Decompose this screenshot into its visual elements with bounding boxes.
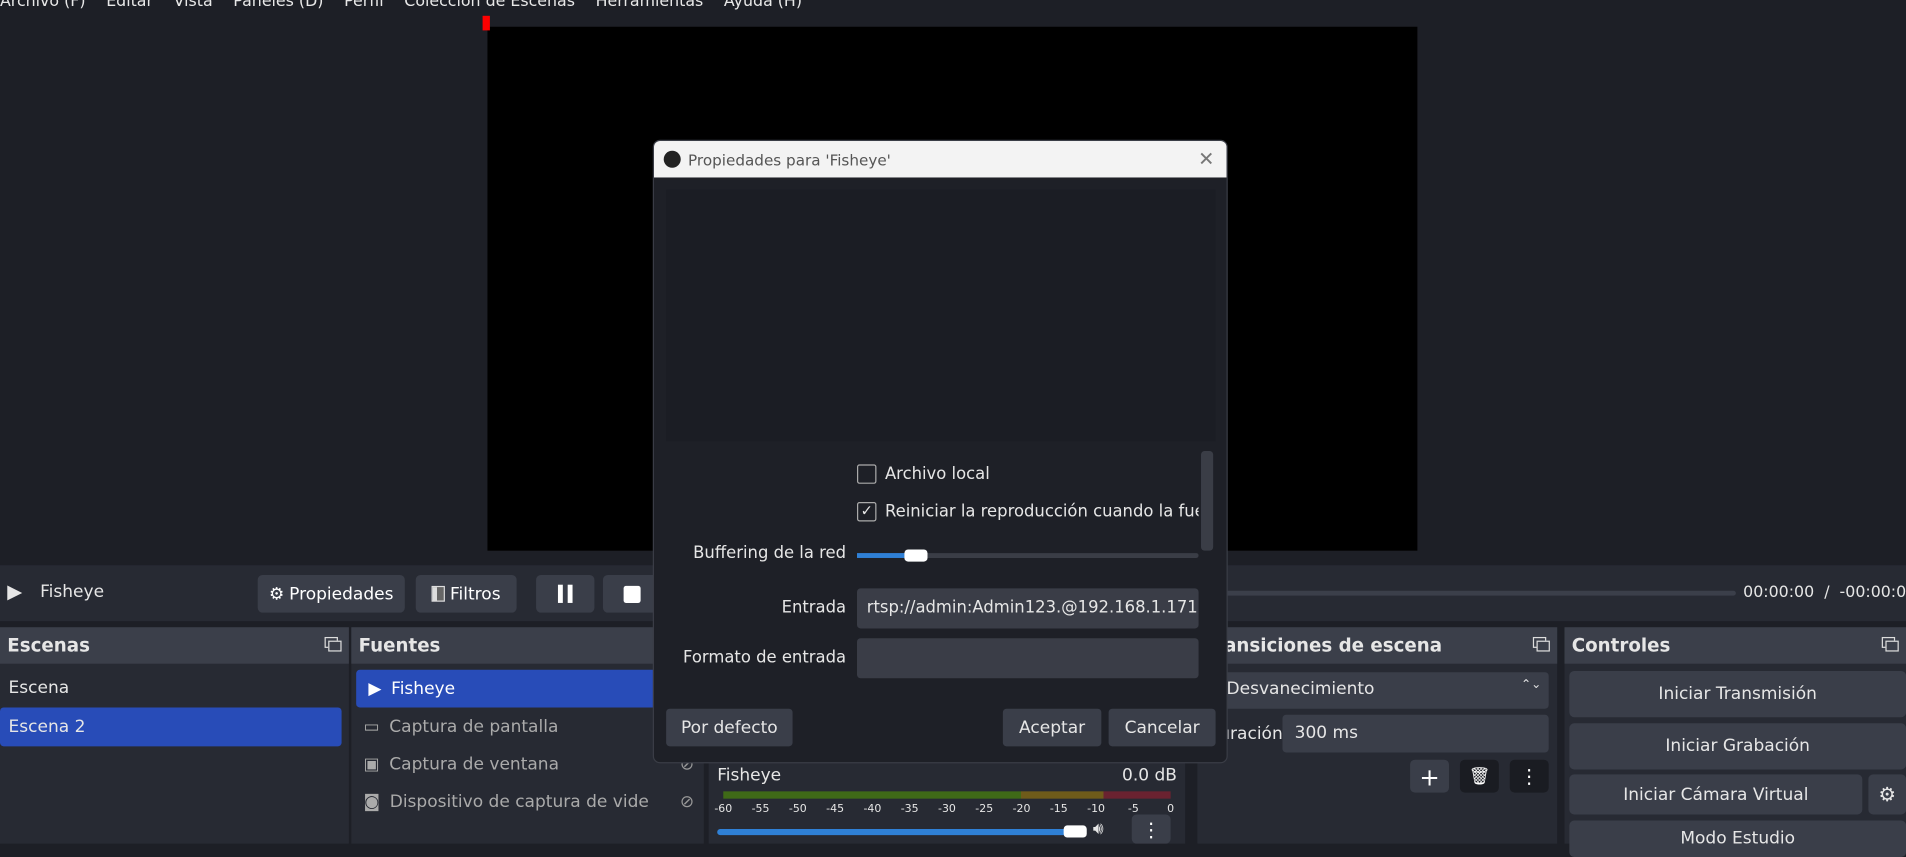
resize-handle-marker[interactable] bbox=[482, 15, 490, 31]
add-transition-button[interactable]: + bbox=[1410, 759, 1449, 793]
volume-slider[interactable] bbox=[717, 829, 1086, 836]
menu-vista[interactable]: Vista bbox=[174, 0, 213, 15]
current-source-name: Fisheye bbox=[40, 582, 105, 602]
pause-button[interactable] bbox=[536, 574, 595, 613]
meter-tick-label: 0 bbox=[1167, 803, 1175, 816]
transition-menu-button[interactable]: ⋮ bbox=[1509, 759, 1549, 793]
menu-bar: Archivo (F) Editar Vista Paneles (D) Per… bbox=[0, 0, 802, 15]
controls-title: Controles bbox=[1571, 634, 1671, 657]
buffering-label: Buffering de la red bbox=[693, 543, 847, 563]
format-label: Formato de entrada bbox=[683, 647, 847, 668]
chevron-updown-icon: ⌃⌄ bbox=[1521, 678, 1542, 692]
transitions-title: Transiciones de escena bbox=[1204, 634, 1443, 657]
local-file-checkbox[interactable] bbox=[856, 464, 877, 484]
trash-icon: 🗑︎ bbox=[1468, 766, 1491, 786]
undock-icon[interactable] bbox=[1881, 636, 1899, 652]
start-virtual-camera-button[interactable]: Iniciar Cámara Virtual bbox=[1569, 774, 1863, 815]
scenes-title: Escenas bbox=[7, 634, 90, 657]
restart-label: Reiniciar la reproducción cuando la fuen… bbox=[884, 502, 1199, 522]
source-item-fisheye[interactable]: ▶Fisheye◉ bbox=[356, 669, 699, 708]
menu-herramientas[interactable]: Herramientas bbox=[596, 0, 704, 15]
start-streaming-button[interactable]: Iniciar Transmisión bbox=[1569, 671, 1906, 718]
meter-tick-label: -20 bbox=[1012, 803, 1031, 816]
meter-tick-label: -45 bbox=[826, 803, 845, 816]
gear-icon: ⚙ bbox=[268, 584, 285, 604]
meter-tick-label: -50 bbox=[788, 803, 807, 816]
meter-tick-label: -15 bbox=[1049, 803, 1068, 816]
meter-tick-label: -25 bbox=[975, 803, 994, 816]
mixer-level: 0.0 dB bbox=[1121, 765, 1177, 786]
play-icon[interactable]: ▶ bbox=[7, 580, 22, 603]
menu-editar[interactable]: Editar bbox=[106, 0, 153, 15]
properties-dialog: Propiedades para 'Fisheye' ✕ Archivo loc… bbox=[652, 139, 1228, 764]
monitor-icon: ▭ bbox=[363, 716, 380, 737]
dialog-titlebar: Propiedades para 'Fisheye' ✕ bbox=[653, 141, 1227, 178]
source-item[interactable]: ▭Captura de pantalla⊘ bbox=[351, 707, 704, 745]
mixer-source-name: Fisheye bbox=[717, 765, 782, 786]
local-file-label: Archivo local bbox=[884, 464, 990, 484]
scrollbar[interactable] bbox=[1201, 450, 1214, 551]
dialog-title: Propiedades para 'Fisheye' bbox=[688, 150, 891, 169]
input-url-field[interactable]: rtsp://admin:Admin123.@192.168.1.171:555 bbox=[856, 588, 1199, 629]
filter-icon bbox=[431, 585, 446, 602]
properties-button[interactable]: ⚙ Propiedades bbox=[257, 574, 405, 613]
sources-title: Fuentes bbox=[358, 634, 441, 657]
cancel-button[interactable]: Cancelar bbox=[1108, 708, 1216, 747]
delete-transition-button[interactable]: 🗑︎ bbox=[1459, 759, 1499, 793]
volume-slider-handle[interactable] bbox=[1063, 825, 1087, 838]
pause-icon bbox=[557, 584, 573, 603]
menu-archivo[interactable]: Archivo (F) bbox=[0, 0, 86, 15]
undock-icon[interactable] bbox=[1532, 636, 1550, 652]
seek-bar[interactable] bbox=[1215, 590, 1736, 596]
media-source-icon: ▶ bbox=[368, 678, 382, 699]
meter-tick-label: -35 bbox=[900, 803, 919, 816]
obs-logo-icon bbox=[663, 150, 681, 168]
scene-item[interactable]: Escena bbox=[0, 669, 349, 708]
time-display: 00:00:00 / -00:00:00 bbox=[1743, 583, 1906, 602]
studio-mode-button[interactable]: Modo Estudio bbox=[1569, 820, 1906, 857]
input-label: Entrada bbox=[781, 598, 847, 618]
filters-button[interactable]: Filtros bbox=[415, 574, 517, 613]
undock-icon[interactable] bbox=[324, 636, 342, 652]
menu-ayuda[interactable]: Ayuda (H) bbox=[724, 0, 802, 15]
transitions-dock: Transiciones de escena Desvanecimiento ⌃⌄… bbox=[1197, 627, 1558, 844]
sources-dock: Fuentes ▶Fisheye◉ ▭Captura de pantalla⊘ … bbox=[351, 627, 704, 844]
source-item[interactable]: ▣ Captura de ventana ⊘ bbox=[351, 745, 704, 783]
camera-icon: ◙ bbox=[363, 791, 380, 812]
volume-meter bbox=[723, 791, 1171, 799]
transition-select[interactable]: Desvanecimiento ⌃⌄ bbox=[1219, 672, 1549, 709]
meter-tick-label: -40 bbox=[863, 803, 882, 816]
duration-label: uración bbox=[1219, 724, 1283, 744]
meter-tick-label: -60 bbox=[714, 803, 733, 816]
scene-item-selected[interactable]: Escena 2 bbox=[0, 707, 342, 747]
defaults-button[interactable]: Por defecto bbox=[666, 708, 793, 747]
meter-scale: -60 -55 -50 -45 -40 -35 -30 -25 -20 -15 -10 -5 0 bbox=[714, 801, 1174, 818]
menu-perfil[interactable]: Perfil bbox=[344, 0, 384, 15]
start-recording-button[interactable]: Iniciar Grabación bbox=[1569, 723, 1906, 770]
stop-icon bbox=[623, 585, 641, 603]
accept-button[interactable]: Aceptar bbox=[1002, 708, 1102, 747]
gear-icon: ⚙ bbox=[1878, 782, 1896, 806]
menu-coleccion[interactable]: Colección de Escenas bbox=[404, 0, 575, 15]
meter-tick-label: -30 bbox=[938, 803, 956, 816]
restart-checkbox[interactable]: ✓ bbox=[856, 502, 877, 522]
dialog-preview bbox=[666, 189, 1216, 442]
mixer-menu-button[interactable]: ⋮ bbox=[1131, 814, 1171, 844]
source-item[interactable]: ◙ Dispositivo de captura de vide ⊘ bbox=[351, 783, 704, 821]
speaker-icon[interactable]: 🔊︎ bbox=[1093, 819, 1104, 838]
window-icon: ▣ bbox=[363, 754, 380, 774]
virtual-camera-settings-button[interactable]: ⚙ bbox=[1868, 774, 1906, 815]
duration-spinbox[interactable]: 300 ms bbox=[1282, 714, 1549, 753]
menu-paneles[interactable]: Paneles (D) bbox=[233, 0, 323, 15]
buffering-slider-handle[interactable] bbox=[904, 549, 928, 562]
meter-tick-label: -10 bbox=[1087, 803, 1105, 816]
hidden-eye-icon[interactable]: ⊘ bbox=[680, 792, 694, 811]
input-format-field[interactable] bbox=[856, 638, 1199, 679]
meter-tick-label: -55 bbox=[751, 803, 770, 816]
close-icon[interactable]: ✕ bbox=[1198, 147, 1214, 170]
buffering-fill bbox=[856, 553, 905, 558]
scenes-dock: Escenas Escena Escena 2 bbox=[0, 627, 349, 844]
